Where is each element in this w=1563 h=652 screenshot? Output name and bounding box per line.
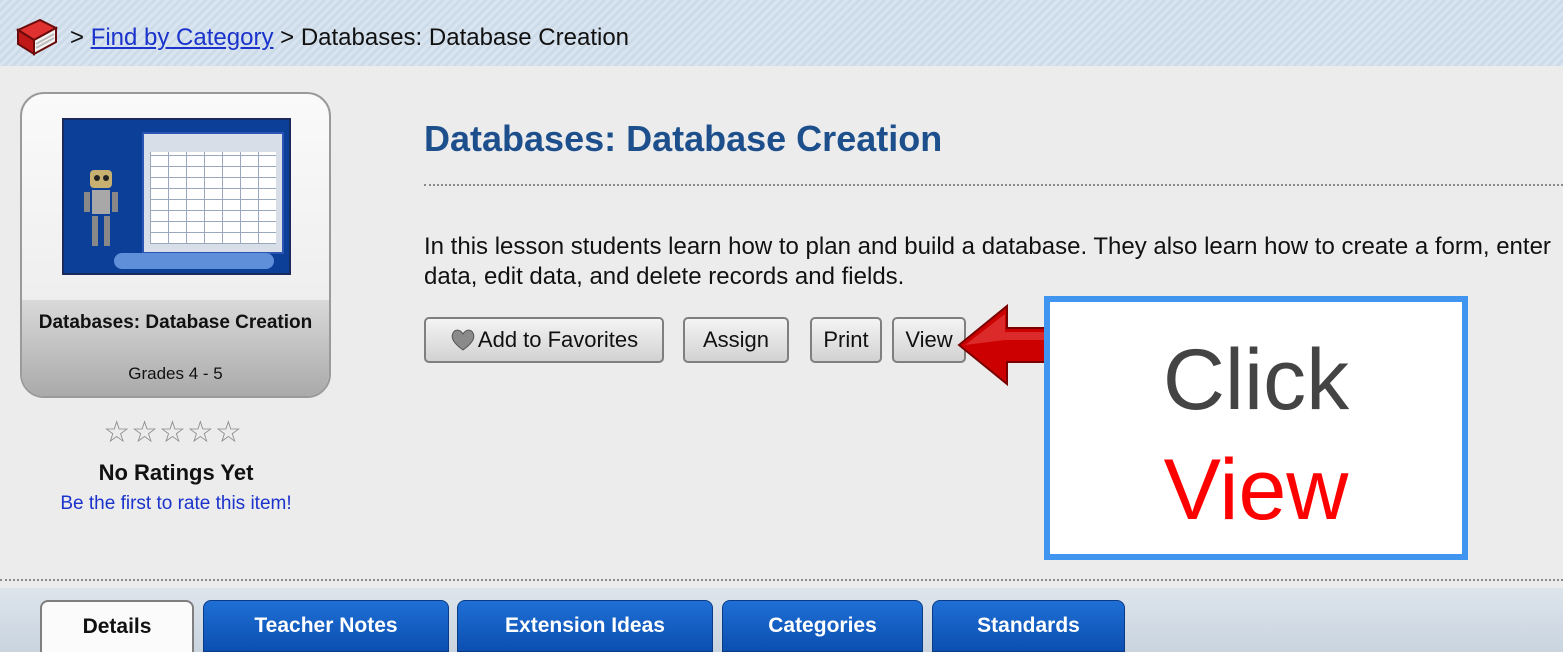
title-divider [424, 184, 1563, 186]
breadcrumb-separator: > [280, 24, 295, 51]
breadcrumb: > Find by Category > Databases: Database… [70, 24, 629, 52]
thumbnail-window [142, 132, 284, 254]
print-button[interactable]: Print [810, 317, 882, 363]
assign-button[interactable]: Assign [683, 317, 789, 363]
thumbnail-caption-bar [114, 253, 274, 269]
book-icon[interactable] [14, 16, 60, 58]
no-ratings-label: No Ratings Yet [98, 460, 254, 485]
card-title: Databases: Database Creation [38, 312, 313, 333]
callout-line-1: Click [1162, 332, 1350, 428]
tab-teacher-notes[interactable]: Teacher Notes [203, 600, 449, 652]
click-view-callout: Click View [1044, 296, 1468, 560]
tab-extension-ideas[interactable]: Extension Ideas [457, 600, 713, 652]
breadcrumb-separator: > [70, 24, 85, 51]
lesson-thumbnail[interactable] [62, 118, 291, 275]
tab-categories[interactable]: Categories [722, 600, 923, 652]
rate-prompt-link[interactable]: Be the first to rate this item! [0, 493, 352, 515]
robot-icon [84, 170, 118, 246]
breadcrumb-link-find-by-category[interactable]: Find by Category [91, 24, 274, 51]
card-grades: Grades 4 - 5 [128, 364, 223, 383]
callout-line-2: View [1163, 442, 1349, 538]
lesson-card[interactable]: Databases: Database Creation Grades 4 - … [20, 92, 331, 398]
heart-icon [451, 329, 475, 351]
lesson-description: In this lesson students learn how to pla… [424, 233, 1551, 290]
tab-details[interactable]: Details [40, 600, 194, 652]
breadcrumb-bar: > Find by Category > Databases: Database… [0, 0, 1563, 66]
thumbnail-table [150, 152, 276, 244]
rating-stars[interactable]: ☆☆☆☆☆ [73, 418, 273, 448]
tab-standards[interactable]: Standards [932, 600, 1125, 652]
breadcrumb-current: Databases: Database Creation [300, 24, 630, 51]
add-to-favorites-button[interactable]: Add to Favorites [424, 317, 664, 363]
favorites-label: Add to Favorites [477, 327, 639, 352]
tabs-divider [0, 579, 1563, 581]
card-footer: Databases: Database Creation Grades 4 - … [22, 300, 329, 396]
page-title: Databases: Database Creation [424, 118, 943, 159]
